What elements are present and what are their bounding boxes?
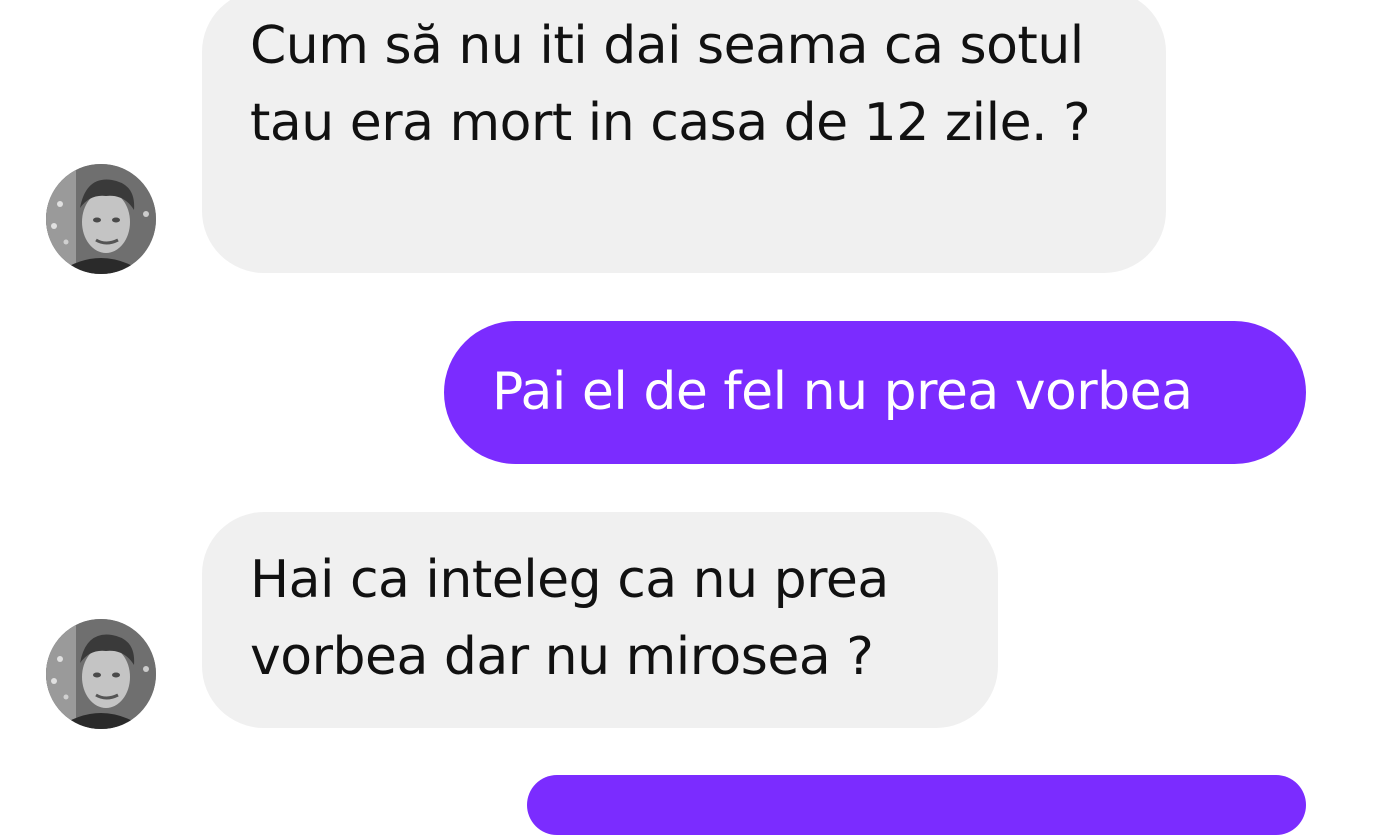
outgoing-message-bubble[interactable]: Pai el de fel nu prea vorbea (444, 321, 1306, 464)
outgoing-message-bubble[interactable] (527, 775, 1306, 835)
avatar-photo-icon (46, 164, 156, 274)
message-text: Hai ca inteleg ca nu prea vorbea dar nu … (250, 550, 889, 687)
contact-avatar[interactable] (46, 619, 156, 729)
contact-avatar[interactable] (46, 164, 156, 274)
message-text: Pai el de fel nu prea vorbea (492, 362, 1193, 422)
incoming-message-bubble[interactable]: Cum să nu iti dai seama ca sotul tau era… (202, 0, 1166, 273)
avatar-photo-icon (46, 619, 156, 729)
message-text: Cum să nu iti dai seama ca sotul tau era… (250, 16, 1091, 153)
incoming-message-bubble[interactable]: Hai ca inteleg ca nu prea vorbea dar nu … (202, 512, 998, 728)
